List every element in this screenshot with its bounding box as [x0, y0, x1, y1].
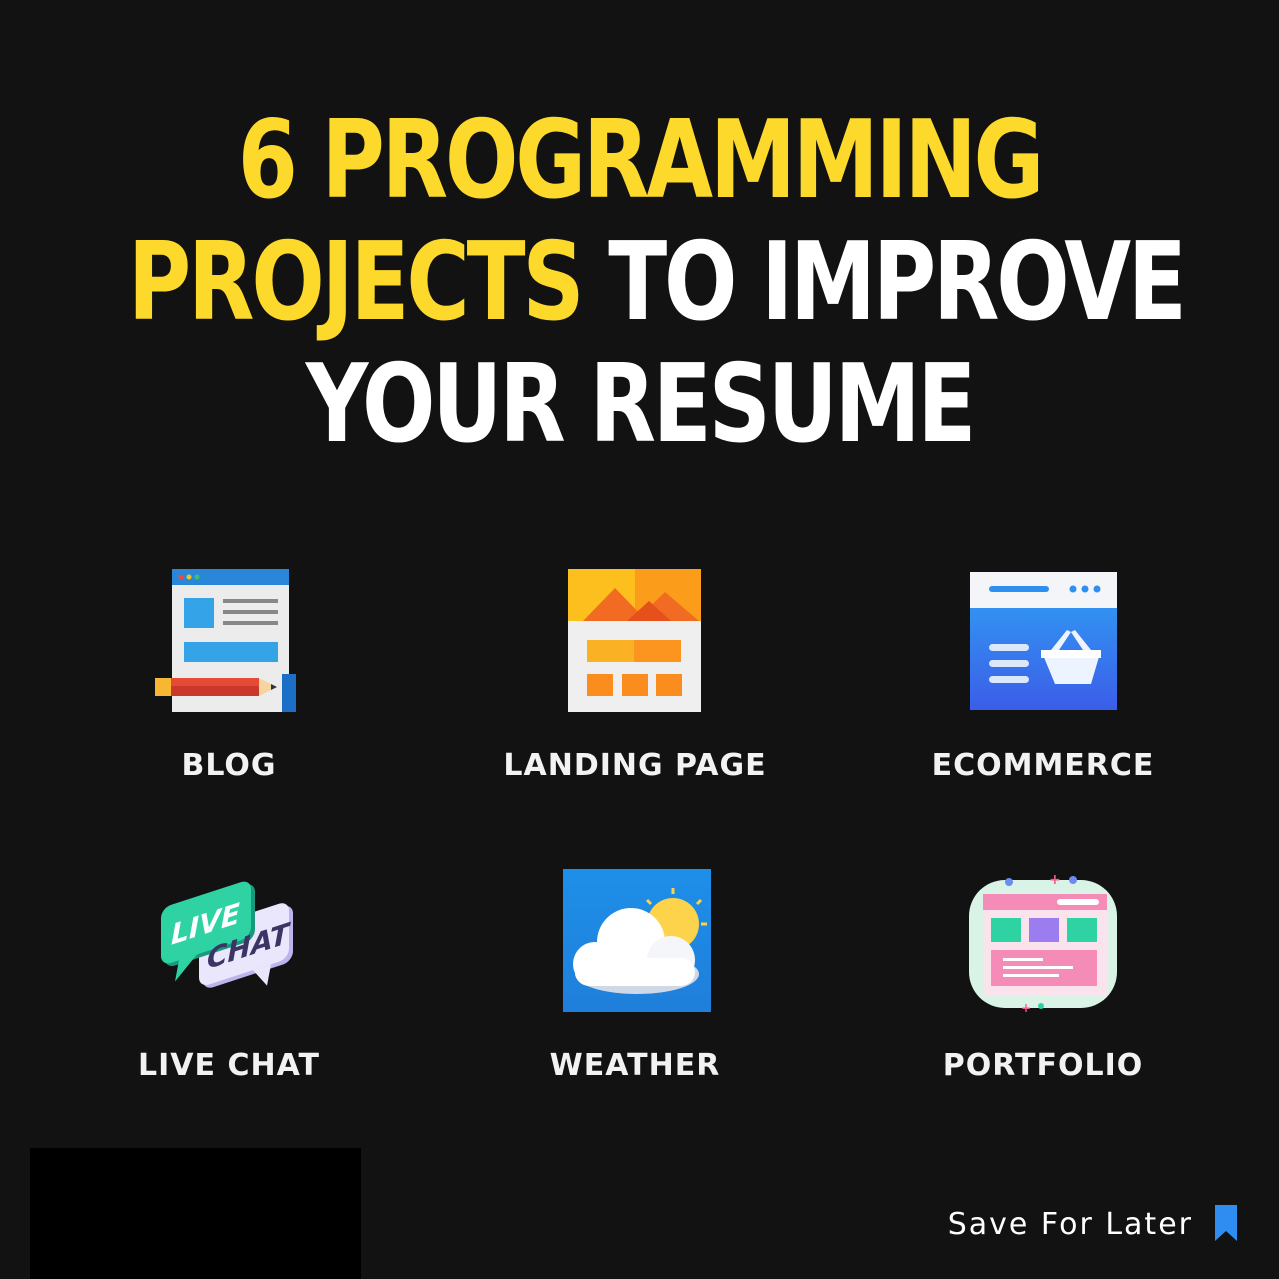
headline-line-3: YOUR RESUME — [305, 342, 977, 467]
headline-line-2: PROJECTS TO IMPROVE — [127, 220, 1187, 345]
project-label: WEATHER — [549, 1048, 721, 1083]
portfolio-icon: + + — [969, 872, 1117, 1015]
headline-to-improve: TO IMPROVE — [608, 220, 1187, 345]
project-label: LIVE CHAT — [138, 1048, 320, 1083]
save-for-later[interactable]: Save For Later — [948, 1202, 1239, 1246]
svg-text:+: + — [1021, 1001, 1031, 1015]
bookmark-icon[interactable] — [1213, 1205, 1239, 1243]
blog-icon — [155, 569, 296, 712]
post-canvas: 6 PROGRAMMING PROJECTS TO IMPROVE YOUR R… — [0, 0, 1279, 1279]
svg-text:+: + — [1049, 872, 1061, 888]
headline-line-1: 6 PROGRAMMING — [237, 98, 1045, 223]
save-for-later-label: Save For Later — [947, 1206, 1193, 1242]
project-label: BLOG — [181, 748, 277, 783]
project-label: ECOMMERCE — [931, 748, 1155, 783]
headline: 6 PROGRAMMING PROJECTS TO IMPROVE YOUR R… — [127, 98, 1187, 467]
live-chat-icon: LIVE CHAT — [161, 881, 293, 988]
ecommerce-icon — [970, 572, 1117, 710]
weather-icon — [563, 869, 711, 1012]
headline-projects: PROJECTS — [127, 220, 585, 345]
project-label: LANDING PAGE — [503, 748, 767, 783]
landing-page-icon — [568, 569, 701, 712]
project-label: PORTFOLIO — [942, 1048, 1144, 1083]
redaction-block — [30, 1148, 361, 1279]
